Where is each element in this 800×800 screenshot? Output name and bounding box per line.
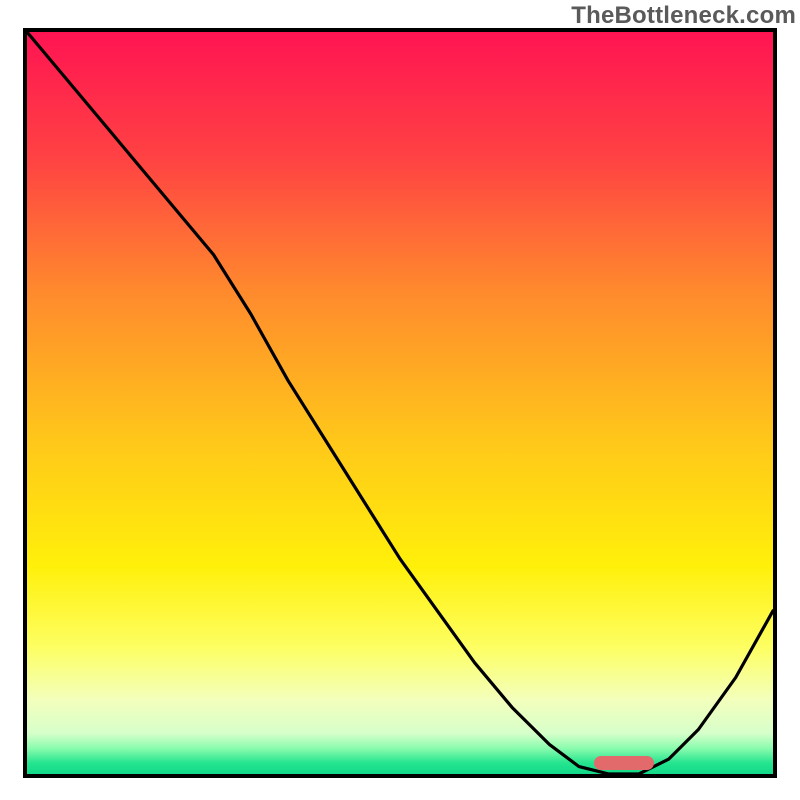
chart-container: TheBottleneck.com [0, 0, 800, 800]
watermark-text: TheBottleneck.com [571, 2, 796, 30]
optimum-marker [594, 756, 654, 770]
bottleneck-curve [27, 32, 773, 774]
plot-area [23, 28, 777, 778]
